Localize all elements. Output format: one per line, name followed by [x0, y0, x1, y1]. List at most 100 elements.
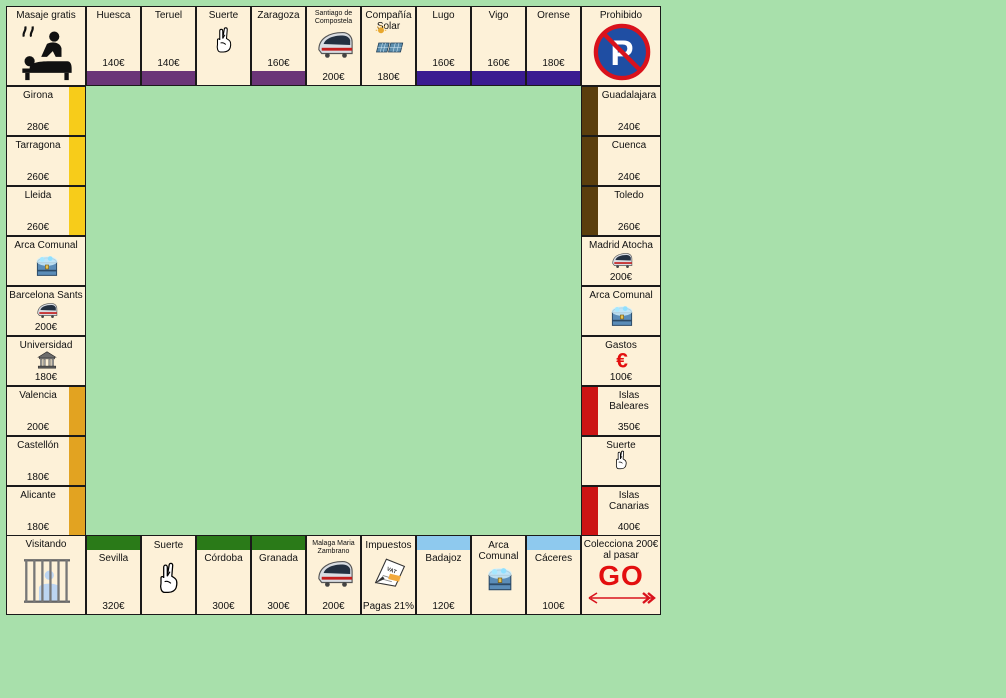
treasure-chest-icon	[487, 568, 512, 591]
space-teruel[interactable]: Teruel 140€	[141, 6, 196, 86]
university-icon	[37, 351, 57, 369]
space-badajoz[interactable]: Badajoz 120€	[416, 535, 471, 615]
color-band	[527, 536, 580, 550]
crossed-fingers-icon	[159, 562, 177, 594]
space-price: 100€	[542, 601, 565, 612]
space-name: Orense	[537, 10, 570, 21]
space-price: 280€	[26, 122, 50, 133]
space-name: Badajoz	[425, 553, 462, 564]
space-price: 350€	[617, 422, 641, 433]
vat-receipt-icon: VAT	[374, 558, 405, 587]
color-band	[252, 536, 305, 550]
space-price: 240€	[617, 122, 641, 133]
space-name: Girona	[22, 90, 53, 101]
space-price: 180€	[377, 72, 400, 83]
color-band	[527, 71, 580, 85]
color-band	[87, 536, 140, 550]
space-price: 260€	[26, 172, 50, 183]
space-price: 160€	[432, 58, 455, 69]
space-suerte[interactable]: Suerte	[196, 6, 251, 86]
space-price: Pagas 21%	[362, 601, 415, 612]
color-band	[582, 137, 598, 185]
space-name: Santiago de Compostela	[314, 10, 353, 25]
space-compania-solar[interactable]: Compañía Solar 180€	[361, 6, 416, 86]
space-name: Alicante	[20, 490, 56, 501]
space-name: Granada	[259, 553, 298, 564]
train-icon-wrap	[36, 299, 58, 321]
color-band	[69, 137, 85, 185]
no-parking-icon-wrap: P	[593, 23, 651, 81]
space-alicante[interactable]: Alicante 180€	[6, 486, 86, 536]
space-price: 140€	[157, 58, 180, 69]
train-icon-wrap	[314, 554, 356, 592]
corner-masaje-gratis[interactable]: Masaje gratis	[6, 6, 86, 86]
space-islas-baleares[interactable]: Islas Baleares 350€	[581, 386, 661, 436]
space-caceres[interactable]: Cáceres 100€	[526, 535, 581, 615]
space-castellon[interactable]: Castellón 180€	[6, 436, 86, 486]
space-price: 180€	[26, 522, 50, 533]
space-price: 400€	[617, 522, 641, 533]
space-arca-comunal[interactable]: Arca Comunal	[6, 236, 86, 286]
space-madrid-atocha[interactable]: Madrid Atocha 200€	[581, 236, 661, 286]
corner-colecciona-200-al-pasar[interactable]: Colecciona 200€ al pasar GO	[581, 535, 661, 615]
space-girona[interactable]: Girona 280€	[6, 86, 86, 136]
space-tarragona[interactable]: Tarragona 260€	[6, 136, 86, 186]
space-arca-comunal[interactable]: Arca Comunal	[581, 286, 661, 336]
space-santiago-de-compostela[interactable]: Santiago de Compostela 200€	[306, 6, 361, 86]
color-band	[87, 71, 140, 85]
space-valencia[interactable]: Valencia 200€	[6, 386, 86, 436]
space-toledo[interactable]: Toledo 260€	[581, 186, 661, 236]
space-suerte[interactable]: Suerte	[581, 436, 661, 486]
space-gastos[interactable]: Gastos 100€ €	[581, 336, 661, 386]
color-band	[69, 487, 85, 535]
train-icon-wrap	[611, 249, 633, 271]
space-price: 140€	[102, 58, 125, 69]
space-universidad[interactable]: Universidad 180€	[6, 336, 86, 386]
space-impuestos[interactable]: Impuestos Pagas 21% VAT	[361, 535, 416, 615]
space-islas-canarias[interactable]: Islas Canarias 400€	[581, 486, 661, 536]
space-sevilla[interactable]: Sevilla 320€	[86, 535, 141, 615]
corner-visitando[interactable]: Visitando	[6, 535, 86, 615]
space-price: 260€	[26, 222, 50, 233]
space-price: 180€	[26, 472, 50, 483]
space-granada[interactable]: Granada 300€	[251, 535, 306, 615]
space-cordoba[interactable]: Córdoba 300€	[196, 535, 251, 615]
space-name: Guadalajara	[601, 90, 657, 101]
train-icon-wrap	[314, 25, 356, 63]
space-malaga-maria-zambrano[interactable]: Malaga Maria Zambrano 200€	[306, 535, 361, 615]
space-price: 160€	[487, 58, 510, 69]
color-band	[69, 437, 85, 485]
space-price: 160€	[267, 58, 290, 69]
euro-icon: €	[616, 350, 628, 373]
space-orense[interactable]: Orense 180€	[526, 6, 581, 86]
space-huesca[interactable]: Huesca 140€	[86, 6, 141, 86]
space-name: Valencia	[19, 390, 57, 401]
color-band	[69, 187, 85, 235]
space-lleida[interactable]: Lleida 260€	[6, 186, 86, 236]
space-name: Córdoba	[204, 553, 243, 564]
space-guadalajara[interactable]: Guadalajara 240€	[581, 86, 661, 136]
space-vigo[interactable]: Vigo 160€	[471, 6, 526, 86]
crossed-fingers-icon	[216, 27, 231, 53]
crossed-fingers-icon	[615, 450, 627, 470]
corner-prohibido[interactable]: Prohibido P	[581, 6, 661, 86]
space-price: 180€	[34, 372, 58, 383]
space-zaragoza[interactable]: Zaragoza 160€	[251, 6, 306, 86]
color-band	[582, 387, 598, 435]
space-arca-comunal[interactable]: Arca Comunal	[471, 535, 526, 615]
space-price: 200€	[322, 72, 345, 83]
space-suerte[interactable]: Suerte	[141, 535, 196, 615]
space-barcelona-sants[interactable]: Barcelona Sants 200€	[6, 286, 86, 336]
color-band	[582, 487, 598, 535]
solar-panel-icon	[375, 25, 403, 53]
space-name: Islas Baleares	[609, 390, 649, 412]
space-price: 240€	[617, 172, 641, 183]
space-lugo[interactable]: Lugo 160€	[416, 6, 471, 86]
color-band	[582, 187, 598, 235]
color-band	[69, 387, 85, 435]
space-price: 200€	[34, 322, 58, 333]
space-price: 300€	[267, 601, 290, 612]
space-cuenca[interactable]: Cuenca 240€	[581, 136, 661, 186]
treasure-chest-icon	[611, 306, 633, 326]
go-label: GO	[598, 560, 644, 591]
